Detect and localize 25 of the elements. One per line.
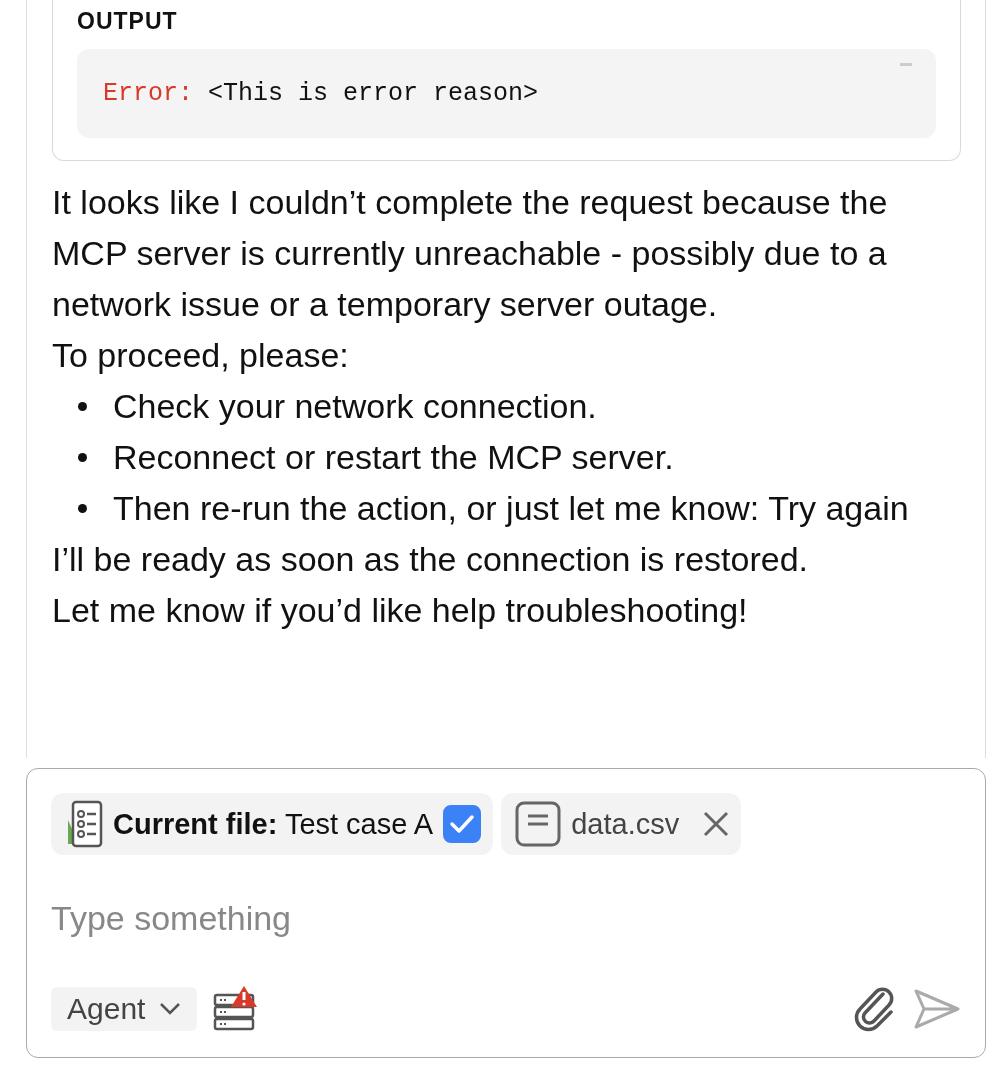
message-text: I’ll be ready as soon as the connection is restored. bbox=[52, 539, 809, 580]
bullet-icon bbox=[78, 453, 87, 462]
output-label: OUTPUT bbox=[77, 8, 179, 35]
current-file-label: Current file: Test case A bbox=[113, 807, 434, 841]
current-file-chip[interactable]: Current file: Test case A bbox=[51, 793, 494, 855]
bullet-icon bbox=[78, 504, 87, 513]
file-name: data.csv bbox=[571, 807, 680, 841]
file-chip[interactable]: data.csv bbox=[501, 793, 742, 855]
checkbox[interactable] bbox=[443, 805, 482, 843]
server-warning-icon[interactable] bbox=[213, 985, 260, 1033]
checklist-icon bbox=[65, 800, 103, 848]
message-text: Let me know if you’d like help troubleshooting! bbox=[52, 590, 749, 631]
mode-dropdown[interactable]: Agent bbox=[51, 987, 198, 1031]
check-icon bbox=[449, 814, 476, 834]
bullet-icon bbox=[78, 402, 87, 411]
message-text: It looks like I couldn’t complete the request because the MCP server is currently unreachable - possibly due to a network issue or a temporary server outage. bbox=[52, 182, 889, 325]
error-line: Error: <This is error reason> bbox=[103, 79, 539, 108]
chevron-down-icon bbox=[159, 1002, 182, 1016]
message-input[interactable]: Type something bbox=[51, 899, 961, 938]
message-text: To proceed, please: bbox=[52, 335, 350, 376]
document-icon bbox=[515, 801, 562, 847]
list-item: Check your network connection. bbox=[113, 386, 597, 427]
list-item: Then re-run the action, or just let me know: Try again bbox=[113, 488, 909, 529]
close-icon[interactable] bbox=[703, 811, 730, 837]
list-item: Reconnect or restart the MCP server. bbox=[113, 437, 674, 478]
